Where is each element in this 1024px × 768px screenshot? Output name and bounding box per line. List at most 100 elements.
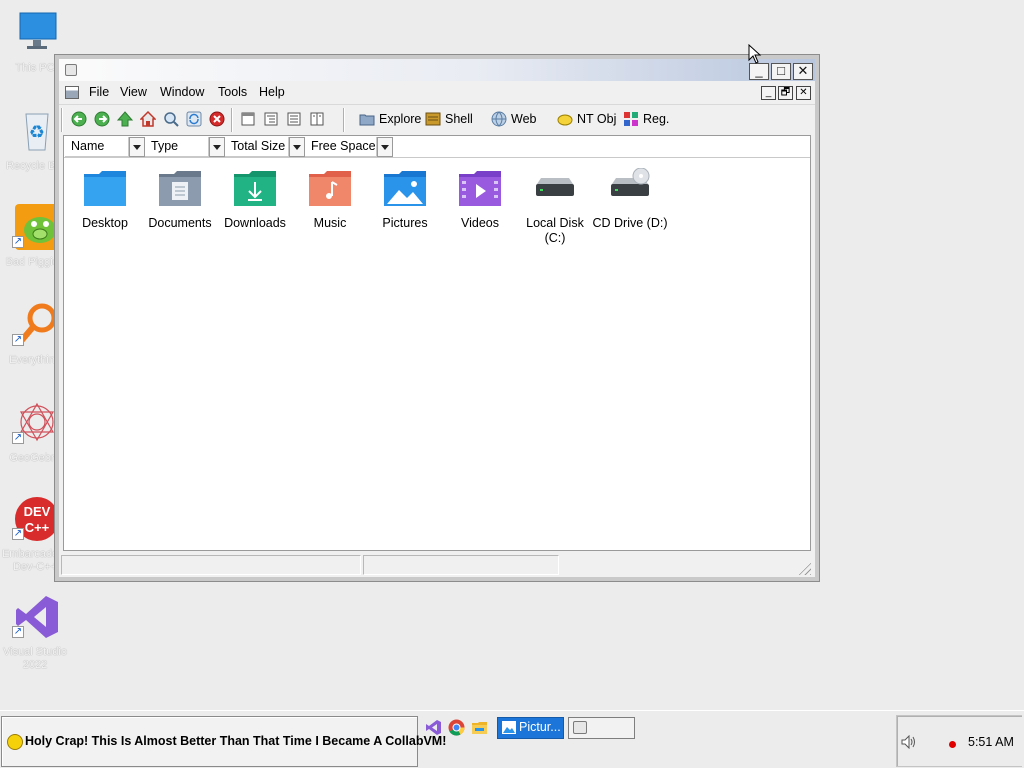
svg-text:♻: ♻ [29, 122, 45, 143]
back-arrow-icon[interactable] [71, 111, 87, 127]
registry-icon[interactable] [623, 111, 639, 127]
menu-window[interactable]: Window [160, 85, 204, 99]
web-globe-icon[interactable] [491, 111, 507, 127]
list-item-local-disk[interactable]: Local Disk (C:) [517, 164, 593, 250]
toolbar-separator [61, 108, 63, 132]
taskbar-button-label: Pictur... [519, 720, 561, 734]
item-label: Downloads [224, 216, 286, 230]
document-icon[interactable] [65, 86, 79, 99]
status-cell-left [61, 555, 361, 575]
start-button[interactable]: Holy Crap! This Is Almost Better Than Th… [1, 716, 446, 767]
search-icon[interactable] [163, 111, 179, 127]
videos-folder-icon [459, 171, 501, 206]
column-header-total-size[interactable]: Total Size [225, 137, 289, 157]
stop-icon[interactable] [209, 111, 225, 127]
explore-folder-icon[interactable] [359, 111, 375, 127]
shell-button[interactable]: Shell [445, 112, 473, 126]
nt-obj-button[interactable]: NT Obj [577, 112, 616, 126]
status-cell-right [363, 555, 559, 575]
resize-grip[interactable] [797, 561, 811, 575]
item-label: Documents [148, 216, 212, 230]
column-dropdown-total-size[interactable] [289, 137, 305, 157]
registry-button[interactable]: Reg. [643, 112, 669, 126]
list-item-cd-drive[interactable]: CD Drive (D:) [592, 164, 668, 250]
column-dropdown-name[interactable] [129, 137, 145, 157]
clock[interactable]: 5:51 AM [968, 735, 1014, 749]
column-header-free-space[interactable]: Free Space [305, 137, 377, 157]
column-dropdown-free-space[interactable] [377, 137, 393, 157]
item-label: Music [313, 216, 347, 230]
item-label: Desktop [82, 216, 128, 230]
list-item-documents[interactable]: Documents [142, 164, 218, 250]
menu-bar: File View Window Tools Help _ 🗗 ✕ [59, 82, 815, 104]
visual-studio-icon[interactable] [425, 719, 442, 736]
list-item-music[interactable]: Music [292, 164, 368, 250]
column-dropdown-type[interactable] [209, 137, 225, 157]
list-item-desktop[interactable]: Desktop [67, 164, 143, 250]
item-label: Videos [461, 216, 499, 230]
pictures-icon [502, 721, 516, 734]
taskbar-button-file-manager[interactable] [568, 717, 635, 739]
header-divider [64, 157, 810, 158]
column-header-name[interactable]: Name [65, 137, 129, 157]
menu-help[interactable]: Help [259, 85, 285, 99]
list-item-pictures[interactable]: Pictures [367, 164, 443, 250]
column-header-type[interactable]: Type [145, 137, 209, 157]
shell-icon[interactable] [425, 111, 441, 127]
downloads-folder-icon [234, 171, 276, 206]
nt-object-icon[interactable] [557, 111, 573, 127]
shortcut-arrow-icon: ↗ [12, 432, 24, 444]
local-disk-icon [536, 178, 574, 196]
start-button-label: Holy Crap! This Is Almost Better Than Th… [25, 734, 447, 748]
list-item-videos[interactable]: Videos [442, 164, 518, 250]
refresh-icon[interactable] [186, 111, 202, 127]
chrome-icon[interactable] [448, 719, 465, 736]
item-label: Pictures [382, 216, 428, 230]
toolbar: Explore Shell Web NT Obj Reg. [59, 104, 815, 132]
smiley-icon [7, 734, 23, 750]
mdi-minimize-button[interactable]: _ [761, 86, 776, 100]
system-tray: 5:51 AM [896, 715, 1022, 767]
list-item-downloads[interactable]: Downloads [217, 164, 293, 250]
app-icon[interactable] [65, 64, 77, 76]
maximize-button[interactable]: □ [771, 63, 791, 80]
menu-file[interactable]: File [89, 85, 109, 99]
view-list-icon[interactable] [286, 111, 302, 127]
shortcut-arrow-icon: ↗ [12, 334, 24, 346]
file-list-view[interactable]: Name Type Total Size Free Space Desktop … [63, 135, 811, 551]
pictures-folder-icon [384, 171, 426, 206]
explore-button[interactable]: Explore [379, 112, 421, 126]
mdi-restore-button[interactable]: 🗗 [778, 86, 793, 100]
monitor-icon [19, 12, 57, 49]
close-button[interactable]: ✕ [793, 63, 813, 80]
item-label: CD Drive (D:) [592, 216, 668, 230]
home-icon[interactable] [140, 111, 156, 127]
mdi-close-button[interactable]: ✕ [796, 86, 811, 100]
app-icon [573, 721, 587, 734]
cd-drive-icon [611, 168, 650, 196]
status-bar [59, 553, 815, 577]
file-explorer-icon[interactable] [471, 719, 488, 736]
svg-text:C++: C++ [25, 520, 50, 535]
title-bar[interactable]: _ □ ✕ [59, 59, 815, 81]
menu-view[interactable]: View [120, 85, 147, 99]
documents-folder-icon [159, 171, 201, 206]
view-details-icon[interactable] [309, 111, 325, 127]
minimize-button[interactable]: _ [749, 63, 769, 80]
desktop-icon-visual-studio[interactable]: ↗ Visual Studio 2022 [3, 594, 67, 674]
up-arrow-icon[interactable] [117, 111, 133, 127]
shortcut-arrow-icon: ↗ [12, 236, 24, 248]
view-large-icon[interactable] [240, 111, 256, 127]
taskbar-button-pictures[interactable]: Pictur... [497, 717, 564, 739]
view-small-icon[interactable] [263, 111, 279, 127]
volume-icon[interactable] [901, 735, 917, 749]
music-folder-icon [309, 171, 351, 206]
shortcut-arrow-icon: ↗ [12, 626, 24, 638]
recording-indicator-icon[interactable] [949, 741, 956, 748]
item-label: Local Disk (C:) [526, 216, 584, 245]
svg-text:DEV: DEV [24, 504, 51, 519]
forward-arrow-icon[interactable] [94, 111, 110, 127]
web-button[interactable]: Web [511, 112, 536, 126]
taskbar: Holy Crap! This Is Almost Better Than Th… [0, 710, 1024, 768]
menu-tools[interactable]: Tools [218, 85, 247, 99]
